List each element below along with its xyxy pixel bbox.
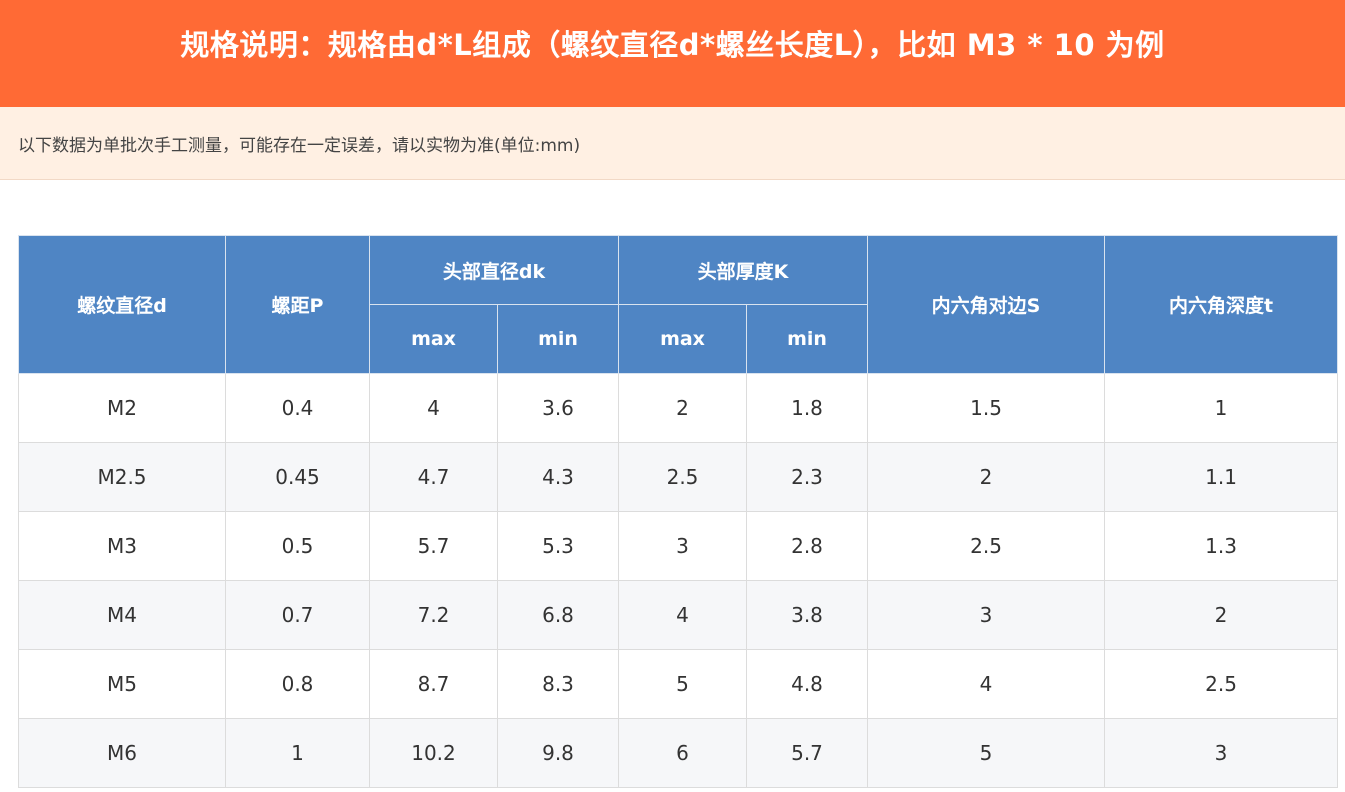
measurement-note: 以下数据为单批次手工测量，可能存在一定误差，请以实物为准(单位:mm)	[18, 135, 581, 156]
cell-hex-depth: 1	[1104, 373, 1339, 443]
cell-hex-depth: 1.3	[1104, 511, 1339, 581]
table-header: 螺纹直径d 螺距P 头部直径dk 头部厚度K 内六角对边S 内六角深度t max…	[18, 235, 1339, 374]
table-row: M4 0.7 7.2 6.8 4 3.8 3 2	[18, 580, 1339, 650]
cell-head-diameter-max: 7.2	[369, 580, 498, 650]
cell-head-diameter-min: 8.3	[497, 649, 619, 719]
cell-head-thickness-max: 5	[618, 649, 747, 719]
cell-head-diameter-min: 6.8	[497, 580, 619, 650]
cell-head-thickness-max: 2	[618, 373, 747, 443]
cell-head-diameter-min: 4.3	[497, 442, 619, 512]
cell-hex-across-flats: 2	[867, 442, 1106, 512]
cell-thread-diameter: M2	[18, 373, 226, 443]
cell-head-thickness-min: 3.8	[745, 580, 869, 650]
table-row: M2 0.4 4 3.6 2 1.8 1.5 1	[18, 373, 1339, 443]
table-body: M2 0.4 4 3.6 2 1.8 1.5 1 M2.5 0.45 4.7 4…	[18, 373, 1339, 788]
cell-pitch: 0.45	[225, 442, 370, 512]
cell-hex-depth: 2	[1104, 580, 1339, 650]
cell-pitch: 0.4	[225, 373, 370, 443]
header-head-diameter: 头部直径dk	[369, 235, 619, 305]
cell-head-thickness-max: 3	[618, 511, 747, 581]
table-row: M5 0.8 8.7 8.3 5 4.8 4 2.5	[18, 649, 1339, 719]
page-title: 规格说明：规格由d*L组成（螺纹直径d*螺丝长度L），比如 M3 * 10 为例	[180, 27, 1165, 62]
cell-head-diameter-min: 3.6	[497, 373, 619, 443]
cell-thread-diameter: M4	[18, 580, 226, 650]
cell-hex-across-flats: 3	[867, 580, 1106, 650]
cell-thread-diameter: M6	[18, 718, 226, 788]
cell-thread-diameter: M3	[18, 511, 226, 581]
cell-hex-across-flats: 4	[867, 649, 1106, 719]
table-row: M3 0.5 5.7 5.3 3 2.8 2.5 1.3	[18, 511, 1339, 581]
cell-head-thickness-min: 4.8	[745, 649, 869, 719]
cell-hex-across-flats: 1.5	[867, 373, 1106, 443]
cell-head-thickness-min: 2.8	[745, 511, 869, 581]
header-head-thickness-min: min	[745, 304, 869, 374]
cell-head-diameter-max: 4.7	[369, 442, 498, 512]
cell-head-thickness-max: 2.5	[618, 442, 747, 512]
cell-hex-across-flats: 5	[867, 718, 1106, 788]
cell-head-diameter-max: 10.2	[369, 718, 498, 788]
cell-hex-depth: 1.1	[1104, 442, 1339, 512]
header-thread-diameter: 螺纹直径d	[18, 235, 226, 374]
cell-head-thickness-min: 5.7	[745, 718, 869, 788]
cell-head-thickness-max: 4	[618, 580, 747, 650]
title-banner: 规格说明：规格由d*L组成（螺纹直径d*螺丝长度L），比如 M3 * 10 为例	[0, 0, 1345, 107]
cell-head-diameter-max: 4	[369, 373, 498, 443]
cell-hex-across-flats: 2.5	[867, 511, 1106, 581]
cell-head-diameter-min: 9.8	[497, 718, 619, 788]
spec-table: 螺纹直径d 螺距P 头部直径dk 头部厚度K 内六角对边S 内六角深度t max…	[18, 235, 1339, 788]
cell-pitch: 1	[225, 718, 370, 788]
table-row: M6 1 10.2 9.8 6 5.7 5 3	[18, 718, 1339, 788]
cell-pitch: 0.8	[225, 649, 370, 719]
cell-pitch: 0.5	[225, 511, 370, 581]
cell-head-diameter-max: 5.7	[369, 511, 498, 581]
cell-head-diameter-min: 5.3	[497, 511, 619, 581]
cell-hex-depth: 3	[1104, 718, 1339, 788]
cell-thread-diameter: M2.5	[18, 442, 226, 512]
header-head-diameter-max: max	[369, 304, 498, 374]
table-row: M2.5 0.45 4.7 4.3 2.5 2.3 2 1.1	[18, 442, 1339, 512]
cell-thread-diameter: M5	[18, 649, 226, 719]
header-hex-across-flats: 内六角对边S	[867, 235, 1106, 374]
cell-hex-depth: 2.5	[1104, 649, 1339, 719]
cell-head-thickness-max: 6	[618, 718, 747, 788]
cell-head-thickness-min: 1.8	[745, 373, 869, 443]
cell-pitch: 0.7	[225, 580, 370, 650]
cell-head-diameter-max: 8.7	[369, 649, 498, 719]
header-head-thickness-max: max	[618, 304, 747, 374]
header-pitch: 螺距P	[225, 235, 370, 374]
cell-head-thickness-min: 2.3	[745, 442, 869, 512]
header-head-thickness: 头部厚度K	[617, 235, 869, 305]
header-hex-depth: 内六角深度t	[1104, 235, 1339, 374]
header-head-diameter-min: min	[497, 304, 619, 374]
measurement-note-bar: 以下数据为单批次手工测量，可能存在一定误差，请以实物为准(单位:mm)	[0, 107, 1345, 180]
